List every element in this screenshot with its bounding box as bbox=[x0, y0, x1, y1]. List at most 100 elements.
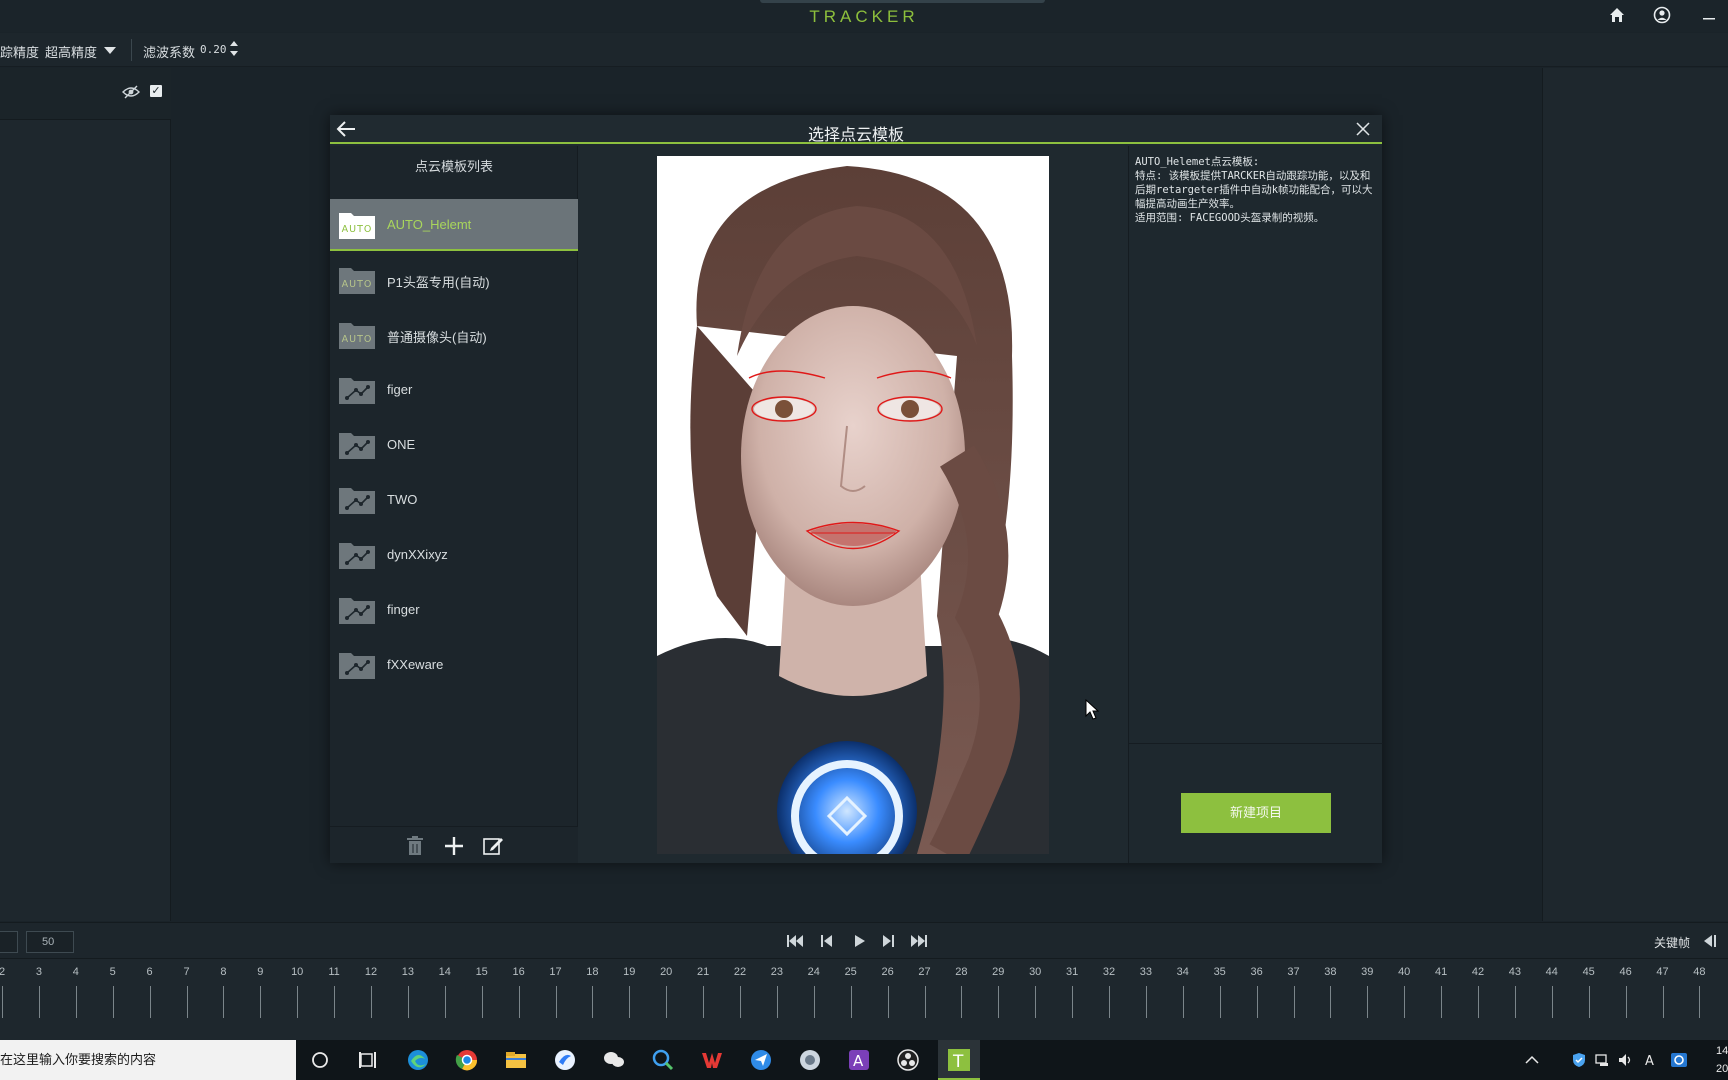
timeline-tick-label: 48 bbox=[1693, 966, 1706, 978]
toolbar-divider bbox=[131, 39, 132, 61]
chrome-browser-icon[interactable] bbox=[455, 1048, 479, 1072]
timeline-tick-mark bbox=[925, 986, 926, 1018]
obs-studio-icon[interactable] bbox=[896, 1048, 920, 1072]
new-project-button[interactable]: 新建项目 bbox=[1181, 793, 1331, 833]
home-icon[interactable] bbox=[1607, 6, 1627, 26]
timeline-tick-mark bbox=[482, 986, 483, 1018]
timeline-tick-label: 34 bbox=[1176, 966, 1189, 978]
template-list-item[interactable]: dynXXixyz bbox=[330, 529, 578, 581]
filter-value-input[interactable]: 0.20 bbox=[200, 43, 227, 56]
wechat-icon[interactable] bbox=[602, 1048, 626, 1072]
play-icon[interactable] bbox=[849, 932, 869, 950]
wps-office-icon[interactable] bbox=[700, 1048, 724, 1072]
template-name: dynXXixyz bbox=[387, 547, 448, 562]
timeline-tick-label: 30 bbox=[1029, 966, 1042, 978]
plus-icon[interactable] bbox=[443, 835, 465, 857]
timeline-tick-mark bbox=[629, 986, 630, 1018]
timeline-tick-mark bbox=[76, 986, 77, 1018]
taskbar-clock[interactable]: 14 202 bbox=[1716, 1042, 1728, 1078]
template-list-footer bbox=[330, 826, 578, 863]
timeline-tick-mark bbox=[223, 986, 224, 1018]
tray-chevron-up-icon[interactable] bbox=[1523, 1051, 1541, 1069]
template-list-item[interactable]: ONE bbox=[330, 419, 578, 471]
input-method-icon[interactable]: A bbox=[1642, 1051, 1660, 1069]
timeline-tick-label: 38 bbox=[1324, 966, 1337, 978]
skip-to-start-icon[interactable] bbox=[785, 932, 805, 950]
spin-down-icon[interactable] bbox=[230, 51, 238, 56]
file-explorer-icon[interactable] bbox=[504, 1048, 528, 1072]
info-features: 特点: 该模板提供TARCKER自动跟踪功能，以及和后期retargeter插件… bbox=[1135, 170, 1373, 210]
template-list-item[interactable]: AUTO AUTO_Helemt bbox=[330, 199, 578, 251]
playback-bar: 50 关键帧 bbox=[0, 922, 1728, 958]
paper-plane-app-icon[interactable] bbox=[749, 1048, 773, 1072]
tracker-taskbar-button[interactable]: T bbox=[938, 1040, 980, 1080]
auto-badge: AUTO bbox=[342, 279, 373, 290]
template-preview-image bbox=[657, 156, 1049, 854]
search-app-icon[interactable] bbox=[651, 1048, 675, 1072]
app-title: TRACKER bbox=[809, 7, 919, 26]
timeline-tick-label: 9 bbox=[257, 966, 264, 978]
network-icon[interactable] bbox=[1594, 1051, 1612, 1069]
template-description: AUTO_Helemet点云模板: 特点: 该模板提供TARCKER自动跟踪功能… bbox=[1135, 155, 1375, 225]
taskbar-search-input[interactable]: 在这里输入你要搜索的内容 bbox=[0, 1040, 296, 1080]
task-view-icon[interactable] bbox=[356, 1048, 380, 1072]
timeline-ruler[interactable]: 2 3 4 5 6 7 8 9 10 11 12 13 14 15 16 17 18 19 20 21 22 23 24 25… bbox=[0, 958, 1728, 1040]
spin-up-icon[interactable] bbox=[230, 41, 238, 46]
timeline-tick-label: 37 bbox=[1287, 966, 1300, 978]
template-name: ONE bbox=[387, 437, 416, 452]
chevron-down-icon[interactable] bbox=[104, 47, 116, 54]
user-account-icon[interactable] bbox=[1652, 6, 1672, 26]
auto-badge: AUTO bbox=[342, 334, 373, 345]
timeline-tick-label: 46 bbox=[1619, 966, 1632, 978]
template-info-pane: AUTO_Helemet点云模板: 特点: 该模板提供TARCKER自动跟踪功能… bbox=[1128, 146, 1383, 863]
timeline-tick-mark bbox=[1146, 986, 1147, 1018]
template-list-item[interactable]: fXXeware bbox=[330, 639, 578, 691]
timeline-tick-label: 29 bbox=[992, 966, 1005, 978]
trash-icon[interactable] bbox=[404, 835, 426, 857]
timeline-tick-label: 33 bbox=[1139, 966, 1153, 978]
timeline-tick-label: 40 bbox=[1398, 966, 1411, 978]
timeline-tick-label: 10 bbox=[291, 966, 304, 978]
timeline-tick-label: 31 bbox=[1065, 966, 1079, 978]
cortana-icon[interactable] bbox=[308, 1048, 332, 1072]
end-frame-input[interactable]: 50 bbox=[26, 931, 74, 953]
point-cloud-folder-icon bbox=[339, 543, 375, 569]
minimize-icon[interactable] bbox=[1699, 6, 1719, 26]
visibility-checkbox[interactable]: ✓ bbox=[150, 85, 162, 97]
start-frame-input[interactable] bbox=[0, 931, 18, 953]
timeline-tick-label: 22 bbox=[733, 966, 747, 978]
outlook-tray-icon[interactable] bbox=[1670, 1051, 1688, 1069]
timeline-tick-mark bbox=[998, 986, 999, 1018]
template-list-item[interactable]: figer bbox=[330, 364, 578, 416]
template-list-item[interactable]: AUTO P1头盔专用(自动) bbox=[330, 254, 578, 306]
template-list-item[interactable]: finger bbox=[330, 584, 578, 636]
timeline-tick-label: 19 bbox=[623, 966, 636, 978]
edit-icon[interactable] bbox=[482, 835, 504, 857]
eye-hidden-icon[interactable] bbox=[122, 85, 140, 99]
skip-to-end-icon[interactable] bbox=[909, 932, 929, 950]
timeline-tick-label: 3 bbox=[35, 966, 42, 978]
feishu-app-icon[interactable] bbox=[553, 1048, 577, 1072]
timeline-tick-mark bbox=[297, 986, 298, 1018]
volume-icon[interactable] bbox=[1617, 1051, 1635, 1069]
timeline-tick-mark bbox=[1404, 986, 1405, 1018]
precision-dropdown[interactable]: 超高精度 bbox=[45, 42, 97, 61]
close-icon[interactable] bbox=[1354, 120, 1372, 138]
edge-browser-icon[interactable] bbox=[406, 1048, 430, 1072]
dictionary-app-icon[interactable]: A bbox=[847, 1048, 871, 1072]
template-list-item[interactable]: TWO bbox=[330, 474, 578, 526]
timeline-tick-mark bbox=[1367, 986, 1368, 1018]
svg-text:T: T bbox=[952, 1052, 964, 1072]
timeline-tick-mark bbox=[703, 986, 704, 1018]
security-shield-icon[interactable] bbox=[1570, 1051, 1588, 1069]
previous-keyframe-icon[interactable] bbox=[1700, 932, 1720, 950]
timeline-tick-mark bbox=[1515, 986, 1516, 1018]
timeline-tick-label: 26 bbox=[881, 966, 894, 978]
step-back-icon[interactable] bbox=[817, 932, 837, 950]
timeline-tick-label: 12 bbox=[364, 966, 378, 978]
ai-app-icon[interactable] bbox=[798, 1048, 822, 1072]
timeline-tick-mark bbox=[851, 986, 852, 1018]
toolbar: 踪精度 超高精度 滤波系数 0.20 bbox=[0, 33, 1728, 67]
template-list-item[interactable]: AUTO 普通摄像头(自动) bbox=[330, 309, 578, 361]
step-forward-icon[interactable] bbox=[879, 932, 899, 950]
